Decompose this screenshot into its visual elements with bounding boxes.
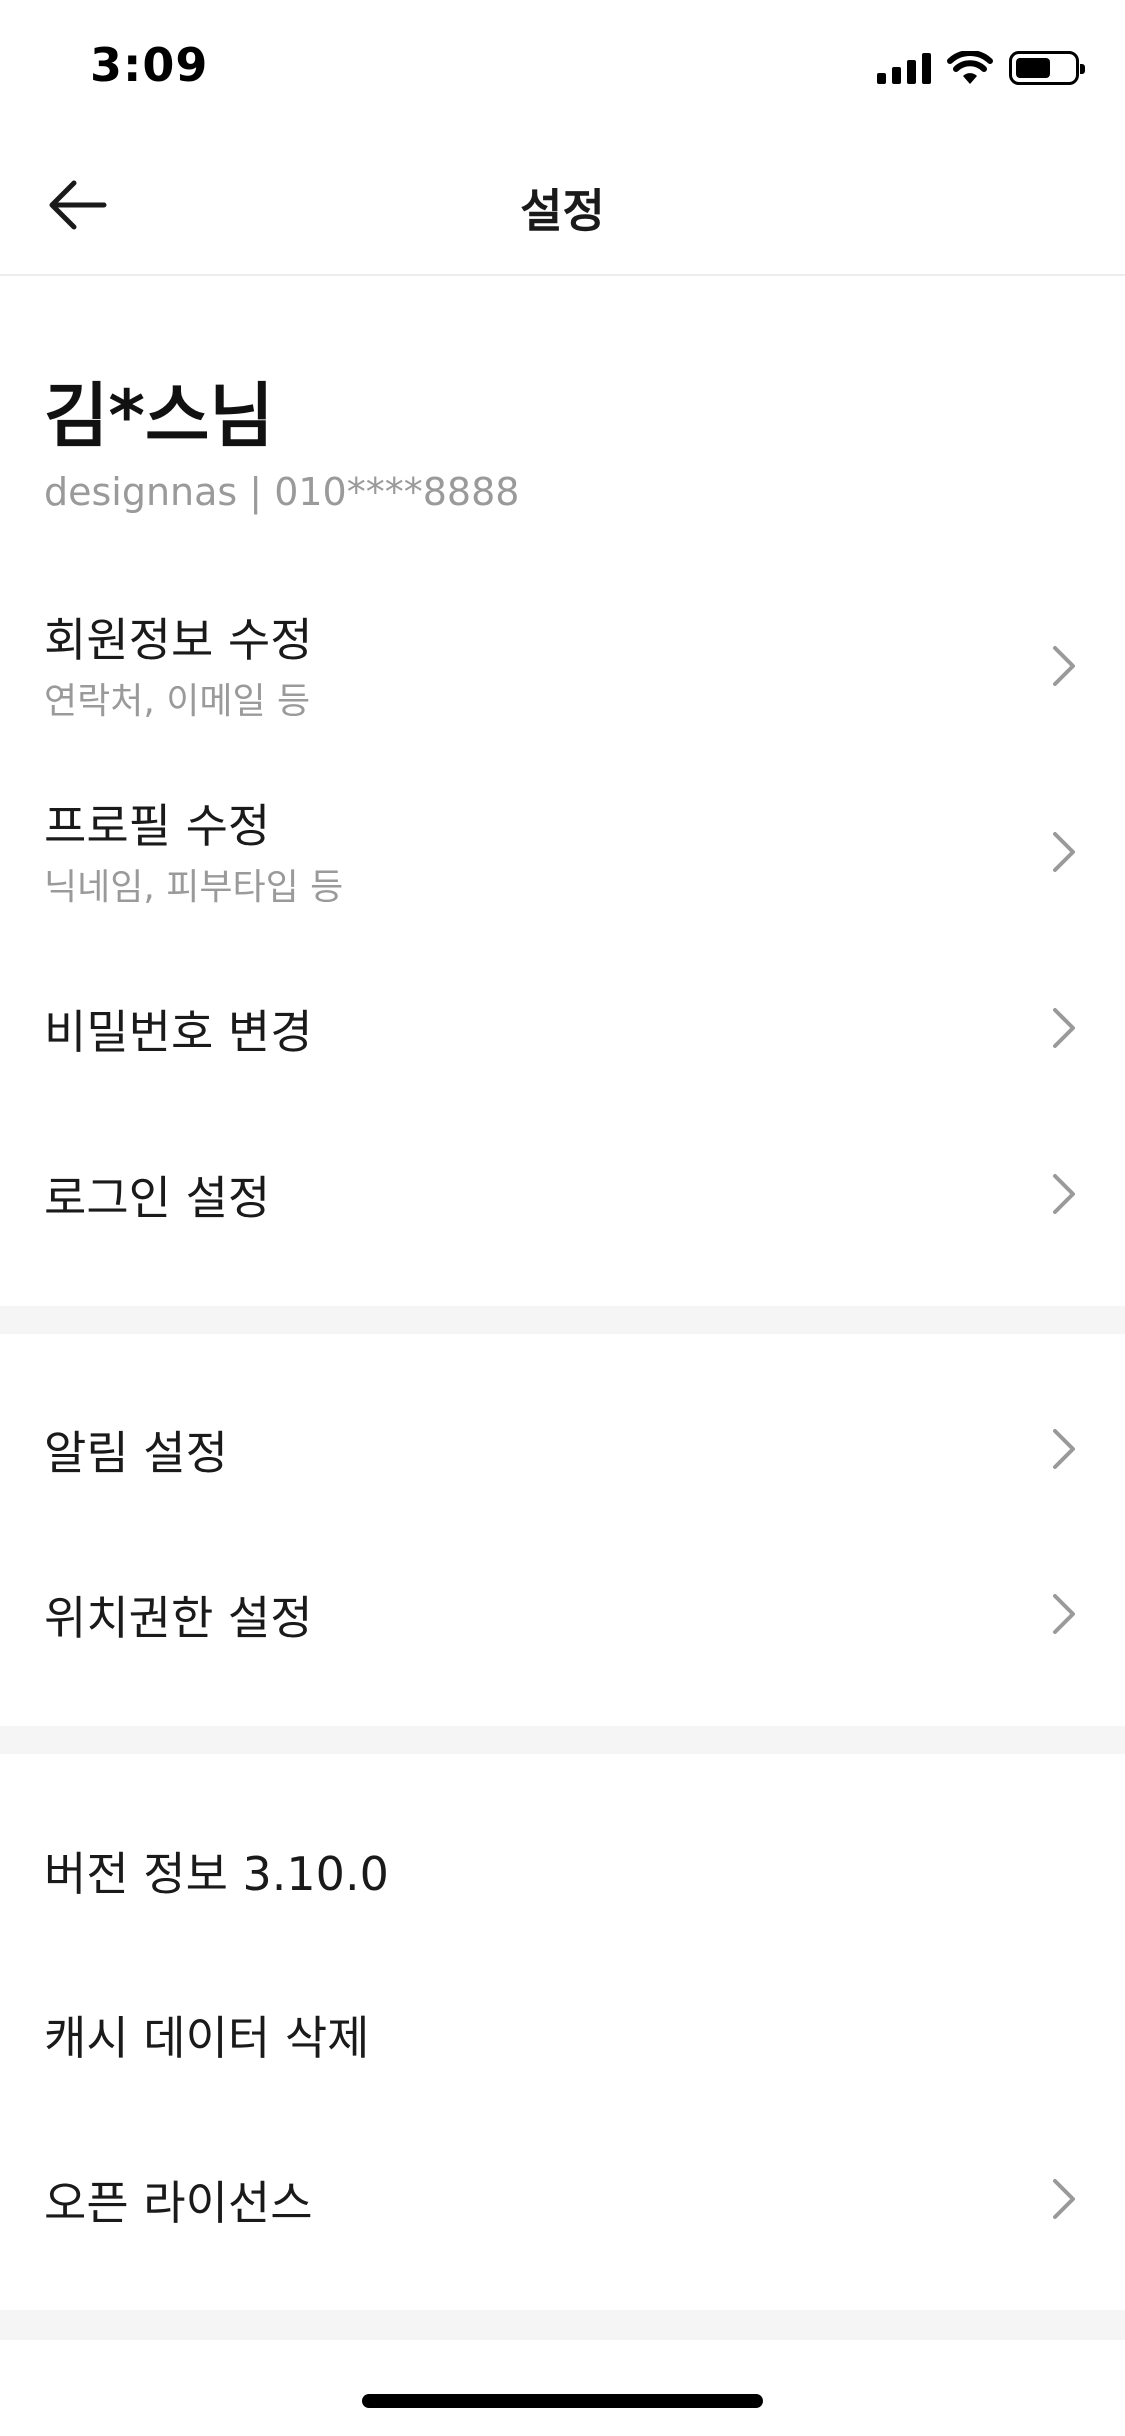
open-license-title: 오픈 라이선스 bbox=[44, 2176, 313, 2230]
version-info-title: 버전 정보 3.10.0 bbox=[44, 1847, 389, 1901]
home-indicator bbox=[362, 2394, 763, 2408]
profile-detail: designnas | 010****8888 bbox=[44, 470, 520, 514]
battery-icon bbox=[1009, 51, 1085, 85]
profile-name: 김*스님 bbox=[44, 375, 274, 457]
open-license-row[interactable]: 오픈 라이선스 bbox=[0, 2131, 1125, 2261]
cellular-signal-icon bbox=[877, 52, 931, 84]
chevron-right-icon bbox=[1053, 2179, 1075, 2219]
profile-edit-subtitle: 닉네임, 피부타입 등 bbox=[44, 867, 344, 908]
password-title: 비밀번호 변경 bbox=[44, 1005, 313, 1059]
settings-screen: 3:09 설정 김*스님 designnas | 010****8888 회원정… bbox=[0, 0, 1125, 2436]
wifi-icon bbox=[947, 51, 993, 84]
location-permission-row[interactable]: 위치권한 설정 bbox=[0, 1546, 1125, 1676]
navigation-bar: 설정 bbox=[0, 135, 1125, 276]
cache-delete-title: 캐시 데이터 삭제 bbox=[44, 2011, 370, 2065]
chevron-right-icon bbox=[1053, 1594, 1075, 1634]
member-info-subtitle: 연락처, 이메일 등 bbox=[44, 681, 311, 722]
profile-edit-row[interactable]: 프로필 수정 닉네임, 피부타입 등 bbox=[0, 776, 1125, 926]
profile-edit-title: 프로필 수정 bbox=[44, 799, 271, 853]
notification-settings-row[interactable]: 알림 설정 bbox=[0, 1381, 1125, 1511]
section-divider bbox=[0, 2310, 1125, 2340]
status-icons bbox=[877, 48, 1085, 88]
chevron-right-icon bbox=[1053, 1174, 1075, 1214]
status-time: 3:09 bbox=[90, 38, 209, 92]
login-settings-row[interactable]: 로그인 설정 bbox=[0, 1126, 1125, 1256]
chevron-right-icon bbox=[1053, 1008, 1075, 1048]
cache-delete-row[interactable]: 캐시 데이터 삭제 bbox=[0, 1966, 1125, 2096]
notification-settings-title: 알림 설정 bbox=[44, 1426, 228, 1480]
member-info-row[interactable]: 회원정보 수정 연락처, 이메일 등 bbox=[0, 590, 1125, 740]
login-settings-title: 로그인 설정 bbox=[44, 1171, 271, 1225]
section-divider bbox=[0, 1306, 1125, 1334]
version-info-row: 버전 정보 3.10.0 bbox=[0, 1802, 1125, 1932]
chevron-right-icon bbox=[1053, 646, 1075, 686]
page-title: 설정 bbox=[520, 184, 605, 238]
section-divider bbox=[0, 1726, 1125, 1754]
chevron-right-icon bbox=[1053, 832, 1075, 872]
member-info-title: 회원정보 수정 bbox=[44, 613, 313, 667]
chevron-right-icon bbox=[1053, 1429, 1075, 1469]
location-permission-title: 위치권한 설정 bbox=[44, 1591, 313, 1645]
status-bar: 3:09 bbox=[0, 0, 1125, 135]
password-row[interactable]: 비밀번호 변경 bbox=[0, 960, 1125, 1090]
